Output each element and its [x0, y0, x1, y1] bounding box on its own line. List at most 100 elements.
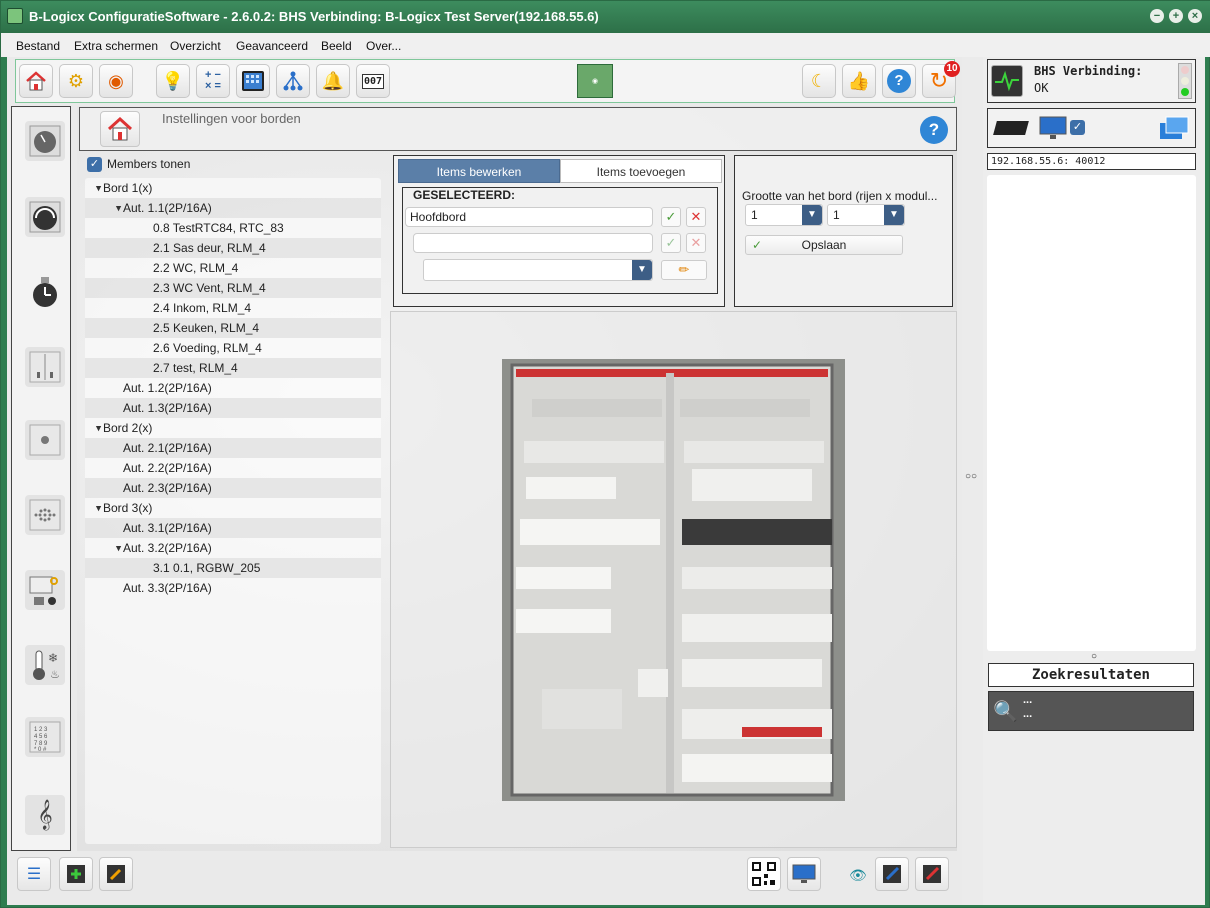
- moon-icon[interactable]: ☾: [802, 64, 836, 98]
- home-button[interactable]: [100, 111, 140, 147]
- tree-item[interactable]: ▲Aut. 1.1(2P/16A): [85, 198, 381, 218]
- wrench-icon[interactable]: ⚙: [59, 64, 93, 98]
- search-results[interactable]: 🔍 ... ...: [988, 691, 1194, 731]
- tree-item[interactable]: ▲Bord 1(x): [85, 178, 381, 198]
- title-bar[interactable]: B-Logicx ConfiguratieSoftware - 2.6.0.2:…: [1, 1, 1210, 33]
- rows-select[interactable]: 1 ▼: [745, 204, 823, 226]
- splitter[interactable]: ○○: [962, 57, 983, 905]
- expand-toggle-icon[interactable]: ▲: [93, 179, 103, 199]
- tree-item[interactable]: 0.8 TestRTC84, RTC_83: [85, 218, 381, 238]
- splitter-handle-icon[interactable]: ○○: [965, 471, 977, 482]
- menu-bestand[interactable]: Bestand: [16, 39, 60, 53]
- chip-edit-red-icon[interactable]: [915, 857, 949, 891]
- cancel-second-button[interactable]: ✕: [686, 233, 706, 253]
- tree-item[interactable]: Aut. 2.1(2P/16A): [85, 438, 381, 458]
- save-button[interactable]: ✓ Opslaan: [745, 235, 903, 255]
- button-icon[interactable]: [25, 420, 65, 460]
- maximize-button[interactable]: +: [1169, 9, 1183, 23]
- device-checkbox[interactable]: ✓: [1070, 120, 1085, 135]
- tree-item[interactable]: 2.4 Inkom, RLM_4: [85, 298, 381, 318]
- header-help-button[interactable]: ?: [920, 116, 948, 144]
- add-chip-icon[interactable]: [59, 857, 93, 891]
- menu-extra-schermen[interactable]: Extra schermen: [74, 39, 158, 53]
- minimize-button[interactable]: −: [1150, 9, 1164, 23]
- tree-item[interactable]: 3.1 0.1, RGBW_205: [85, 558, 381, 578]
- tree-item[interactable]: 2.6 Voeding, RLM_4: [85, 338, 381, 358]
- menu-beeld[interactable]: Beeld: [321, 39, 352, 53]
- edit-chip-icon[interactable]: [99, 857, 133, 891]
- lightbulb-gear-icon[interactable]: 💡: [156, 64, 190, 98]
- save-label: Opslaan: [801, 238, 847, 252]
- board-name-input[interactable]: Hoofdbord: [405, 207, 653, 227]
- qr-code-icon[interactable]: [747, 857, 781, 891]
- clock-icon[interactable]: [25, 272, 65, 312]
- checkbox-checked-icon[interactable]: ✓: [87, 157, 102, 173]
- home-icon[interactable]: [19, 64, 53, 98]
- chip-icon[interactable]: [993, 113, 1029, 143]
- gauge-icon[interactable]: [25, 197, 65, 237]
- board-tree[interactable]: ▲Bord 1(x) ▲Aut. 1.1(2P/16A) 0.8 TestRTC84…: [85, 178, 381, 844]
- menu-geavanceerd[interactable]: Geavanceerd: [236, 39, 308, 53]
- second-input[interactable]: [413, 233, 653, 253]
- tree-item[interactable]: 2.1 Sas deur, RLM_4: [85, 238, 381, 258]
- monitor-icon[interactable]: [787, 857, 821, 891]
- modules-value: 1: [833, 208, 840, 222]
- members-toggle[interactable]: ✓ Members tonen: [87, 157, 190, 173]
- music-icon[interactable]: 𝄞: [25, 795, 65, 835]
- confirm-name-button[interactable]: ✓: [661, 207, 681, 227]
- tree-item[interactable]: ▲Bord 3(x): [85, 498, 381, 518]
- help-icon[interactable]: ?: [882, 64, 916, 98]
- gear-person-icon[interactable]: ◉: [99, 64, 133, 98]
- chip-edit-blue-icon[interactable]: [875, 857, 909, 891]
- expand-toggle-icon[interactable]: ▲: [113, 199, 123, 219]
- close-button[interactable]: ×: [1188, 9, 1202, 23]
- tree-item[interactable]: Aut. 1.2(2P/16A): [85, 378, 381, 398]
- item-select[interactable]: ▼: [423, 259, 653, 281]
- resize-handle-icon[interactable]: ○: [1091, 651, 1097, 662]
- modules-select[interactable]: 1 ▼: [827, 204, 905, 226]
- windows-icon[interactable]: [1158, 113, 1190, 143]
- bell-icon[interactable]: 🔔: [316, 64, 350, 98]
- size-label: Grootte van het bord (rijen x modul...: [742, 189, 938, 203]
- calculator-icon[interactable]: + − × =: [196, 64, 230, 98]
- edit-pencil-button[interactable]: ✏: [661, 260, 707, 280]
- tree-item[interactable]: Aut. 2.2(2P/16A): [85, 458, 381, 478]
- search-results-title: Zoekresultaten: [988, 663, 1194, 687]
- thermometer-icon[interactable]: ❄ ♨: [25, 645, 65, 685]
- window-title: B-Logicx ConfiguratieSoftware - 2.6.0.2:…: [29, 9, 599, 24]
- tree-item[interactable]: ▲Bord 2(x): [85, 418, 381, 438]
- tree-item[interactable]: Aut. 2.3(2P/16A): [85, 478, 381, 498]
- network-icon[interactable]: [276, 64, 310, 98]
- tab-items-toevoegen[interactable]: Items toevoegen: [560, 159, 722, 183]
- checklist-icon[interactable]: ☰: [17, 857, 51, 891]
- sensor-icon[interactable]: [25, 570, 65, 610]
- tree-item[interactable]: Aut. 3.3(2P/16A): [85, 578, 381, 598]
- thermostat-icon[interactable]: [25, 121, 65, 161]
- speaker-icon[interactable]: [25, 495, 65, 535]
- menu-overzicht[interactable]: Overzicht: [170, 39, 221, 53]
- tree-item-label: 2.1 Sas deur, RLM_4: [153, 241, 266, 255]
- expand-toggle-icon[interactable]: ▲: [93, 499, 103, 519]
- switch-icon[interactable]: [25, 347, 65, 387]
- eye-icon[interactable]: 👁: [849, 867, 867, 884]
- tree-item[interactable]: Aut. 1.3(2P/16A): [85, 398, 381, 418]
- expand-toggle-icon[interactable]: ▲: [93, 419, 103, 439]
- tree-item[interactable]: Aut. 3.1(2P/16A): [85, 518, 381, 538]
- keypad-icon[interactable]: 1 2 34 5 67 8 9 * 0 #: [25, 717, 65, 757]
- tree-item[interactable]: 2.5 Keuken, RLM_4: [85, 318, 381, 338]
- search-icon[interactable]: 🔍: [993, 699, 1018, 724]
- tablet-icon[interactable]: [236, 64, 270, 98]
- tree-item[interactable]: 2.2 WC, RLM_4: [85, 258, 381, 278]
- tree-item[interactable]: 2.3 WC Vent, RLM_4: [85, 278, 381, 298]
- expand-toggle-icon[interactable]: ▲: [113, 539, 123, 559]
- log-area[interactable]: [987, 175, 1196, 651]
- counter-icon[interactable]: 007: [356, 64, 390, 98]
- tree-item[interactable]: 2.7 test, RLM_4: [85, 358, 381, 378]
- confirm-second-button[interactable]: ✓: [661, 233, 681, 253]
- tree-item[interactable]: ▲Aut. 3.2(2P/16A): [85, 538, 381, 558]
- menu-over[interactable]: Over...: [366, 39, 401, 53]
- thumbs-up-icon[interactable]: 👍: [842, 64, 876, 98]
- cancel-name-button[interactable]: ✕: [686, 207, 706, 227]
- tab-items-bewerken[interactable]: Items bewerken: [398, 159, 560, 183]
- monitor-settings-icon[interactable]: [1038, 113, 1068, 143]
